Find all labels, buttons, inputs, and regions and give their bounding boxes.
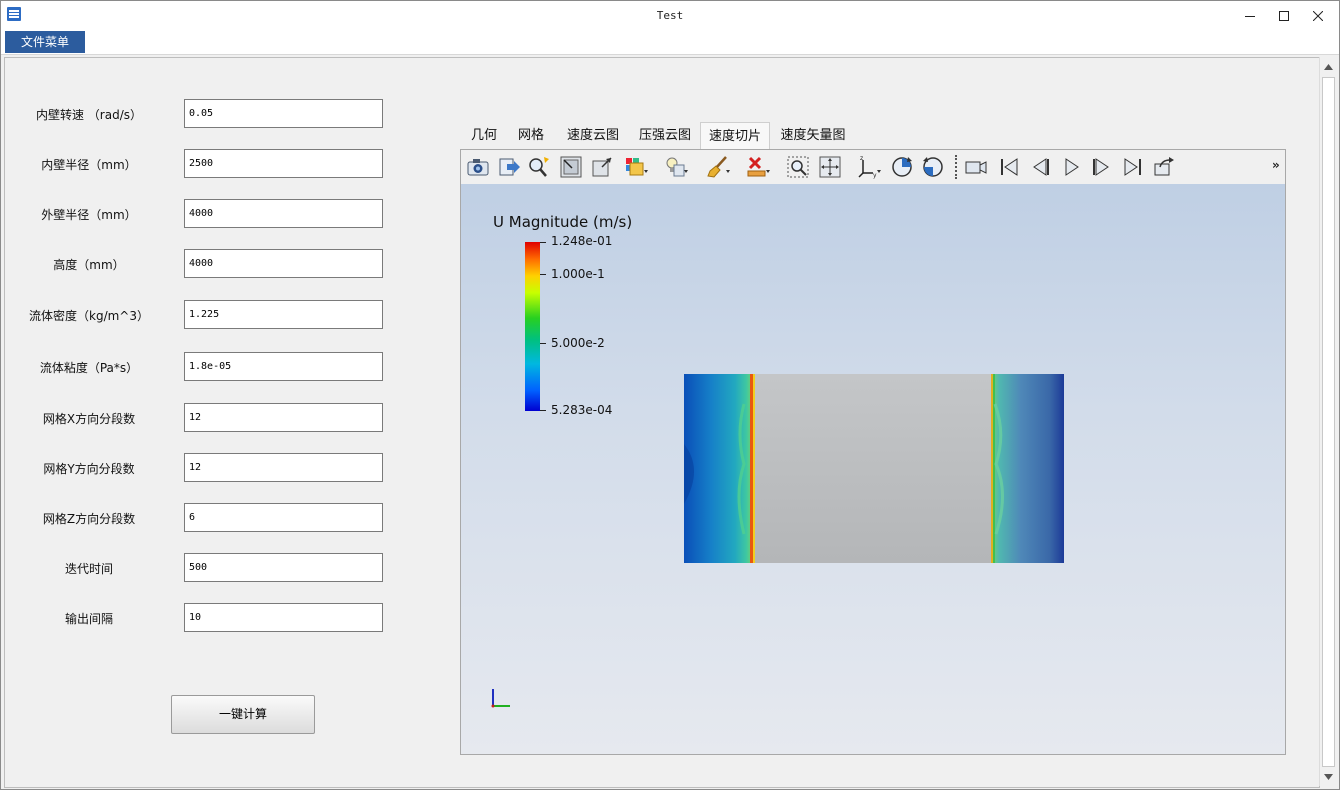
label-inner-speed: 内壁转速 （rad/s）: [35, 108, 142, 122]
close-button[interactable]: [1301, 1, 1335, 30]
toolbar-overflow-icon[interactable]: »: [1272, 158, 1280, 172]
tab-mesh[interactable]: 网格: [511, 122, 551, 149]
find-data-icon[interactable]: [527, 155, 551, 179]
render-viewport[interactable]: U Magnitude (m/s) 1.248e-01 1.000e-1 5.0…: [461, 184, 1285, 754]
inner-speed-input[interactable]: [184, 99, 383, 128]
app-window: Test 文件菜单 内壁转速 （rad/s） 内壁半径（mm） 外壁半径（mm）: [0, 0, 1340, 790]
label-outer-radius: 外壁半径（mm）: [41, 208, 137, 222]
brush-clear-icon[interactable]: [706, 155, 730, 179]
light-bulb-icon[interactable]: [664, 155, 688, 179]
label-iteration-time: 迭代时间: [64, 562, 113, 576]
next-frame-icon[interactable]: [1090, 155, 1114, 179]
tab-velocity-slice[interactable]: 速度切片: [700, 122, 770, 149]
iteration-time-input[interactable]: [184, 553, 383, 582]
svg-text:z: z: [860, 155, 863, 162]
legend-title: U Magnitude (m/s): [493, 213, 633, 231]
tab-velocity-contour[interactable]: 速度云图: [561, 122, 625, 149]
title-bar: Test: [1, 1, 1339, 30]
loop-icon[interactable]: [1152, 155, 1176, 179]
fluid-viscosity-input[interactable]: [184, 352, 383, 381]
vertical-scrollbar[interactable]: [1319, 57, 1337, 786]
previous-frame-icon[interactable]: [1028, 155, 1052, 179]
viewer-toolbar: zy: [461, 150, 1285, 183]
calculate-button[interactable]: 一键计算: [171, 695, 315, 734]
menu-file[interactable]: 文件菜单: [5, 31, 85, 53]
color-legend-bar: [525, 242, 540, 411]
label-mesh-z: 网格Z方向分段数: [42, 512, 136, 526]
last-frame-icon[interactable]: [1121, 155, 1145, 179]
tab-geometry[interactable]: 几何: [463, 122, 505, 149]
output-interval-input[interactable]: [184, 603, 383, 632]
record-icon[interactable]: [964, 155, 988, 179]
label-output-interval: 输出间隔: [64, 612, 113, 626]
mesh-z-input[interactable]: [184, 503, 383, 532]
label-mesh-y: 网格Y方向分段数: [43, 462, 135, 476]
height-input[interactable]: [184, 249, 383, 278]
label-inner-radius: 内壁半径（mm）: [41, 158, 137, 172]
legend-label-1: 1.000e-1: [551, 267, 605, 281]
legend-label-min: 5.283e-04: [551, 403, 613, 417]
scroll-up-arrow-icon[interactable]: [1320, 58, 1337, 75]
fluid-density-input[interactable]: [184, 300, 383, 329]
mesh-x-input[interactable]: [184, 403, 383, 432]
legend-tick-2: [540, 343, 546, 344]
tab-pressure-contour[interactable]: 压强云图: [635, 122, 695, 149]
velocity-slice-render: [684, 374, 1064, 563]
color-map-icon[interactable]: [624, 155, 648, 179]
scroll-down-arrow-icon[interactable]: [1320, 768, 1337, 785]
axes-orientation-icon[interactable]: zy: [857, 155, 881, 179]
delete-icon[interactable]: [746, 155, 770, 179]
tab-velocity-vector[interactable]: 速度矢量图: [776, 122, 850, 149]
camera-icon[interactable]: [466, 155, 490, 179]
play-icon[interactable]: [1059, 155, 1083, 179]
minimize-button[interactable]: [1233, 1, 1267, 30]
label-mesh-x: 网格X方向分段数: [42, 412, 136, 426]
legend-tick-min: [540, 410, 546, 411]
legend-label-max: 1.248e-01: [551, 234, 613, 248]
inner-radius-input[interactable]: [184, 149, 383, 178]
menu-bar: 文件菜单: [1, 30, 1339, 55]
mesh-y-input[interactable]: [184, 453, 383, 482]
toolbar-separator: [955, 155, 958, 179]
legend-tick-max: [540, 242, 546, 243]
legend-label-2: 5.000e-2: [551, 336, 605, 350]
label-fluid-viscosity: 流体粘度（Pa*s）: [39, 361, 139, 375]
svg-text:y: y: [873, 172, 877, 179]
outer-radius-input[interactable]: [184, 199, 383, 228]
label-fluid-density: 流体密度（kg/m^3）: [29, 309, 149, 323]
zoom-box-icon[interactable]: [786, 155, 810, 179]
rotate-cw-icon[interactable]: [890, 155, 914, 179]
select-cells-icon[interactable]: [590, 155, 614, 179]
maximize-button[interactable]: [1267, 1, 1301, 30]
rotate-ccw-icon[interactable]: [921, 155, 945, 179]
scroll-thumb[interactable]: [1322, 77, 1335, 767]
reset-camera-icon[interactable]: [818, 155, 842, 179]
label-height: 高度（mm）: [53, 258, 125, 272]
select-points-icon[interactable]: [559, 155, 583, 179]
orientation-axes-icon: [491, 689, 510, 708]
legend-tick-1: [540, 274, 546, 275]
window-title: Test: [656, 9, 684, 22]
first-frame-icon[interactable]: [997, 155, 1021, 179]
export-icon[interactable]: [497, 155, 521, 179]
